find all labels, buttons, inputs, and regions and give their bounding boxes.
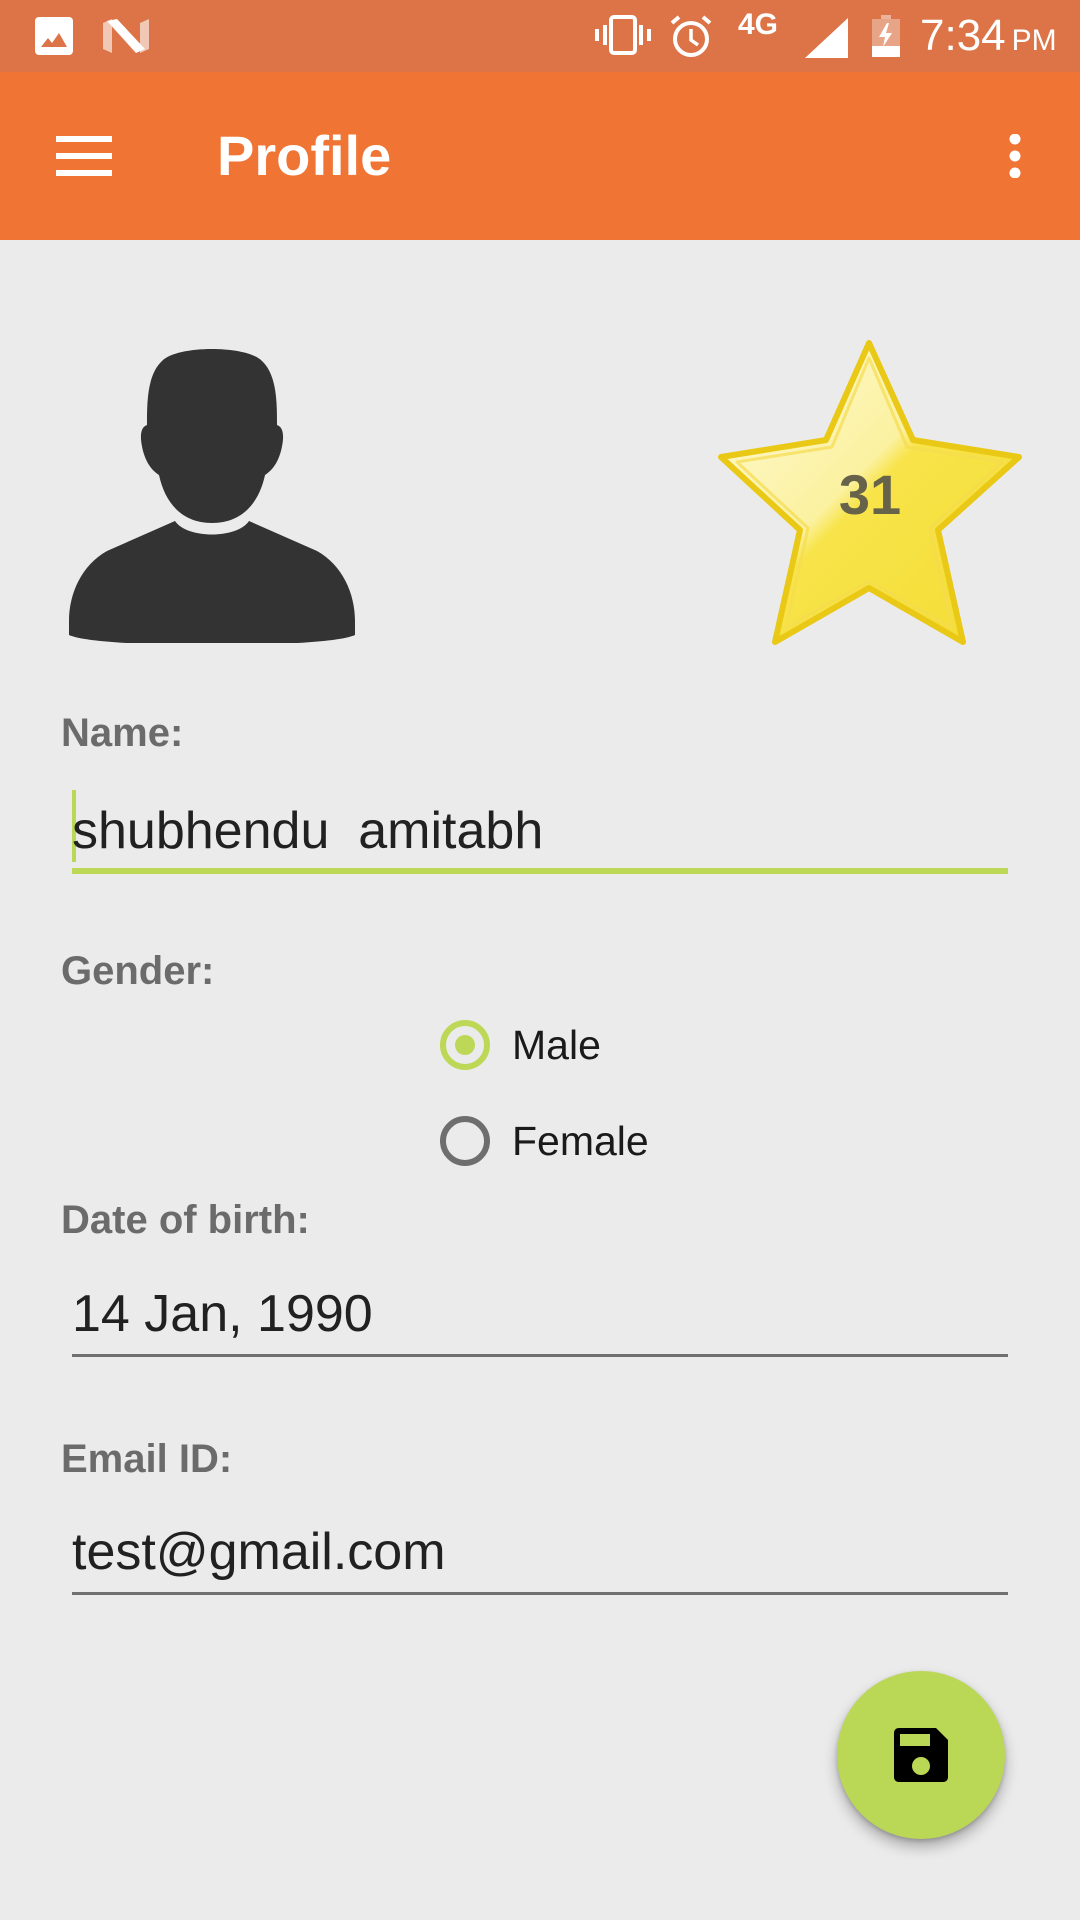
name-input[interactable]: shubhendu amitabh — [72, 790, 1008, 876]
gender-radio-female[interactable]: Female — [440, 1106, 649, 1176]
radio-unselected-icon — [440, 1116, 490, 1166]
points-value: 31 — [838, 463, 902, 526]
gender-option-label: Male — [512, 1021, 601, 1068]
alarm-icon — [670, 15, 712, 57]
dob-value: 14 Jan, 1990 — [72, 1285, 373, 1343]
navigation-menu-button[interactable] — [40, 118, 128, 194]
save-icon — [894, 1728, 948, 1782]
page-title: Profile — [217, 124, 392, 187]
android-n-icon — [103, 19, 149, 53]
gender-radio-male[interactable]: Male — [440, 1010, 601, 1080]
points-badge: 31 — [718, 340, 1022, 646]
email-input[interactable]: test@gmail.com — [72, 1521, 1008, 1599]
dob-label: Date of birth: — [61, 1198, 310, 1242]
overflow-menu-button[interactable] — [990, 118, 1040, 194]
name-underline-focused — [72, 868, 1008, 874]
hamburger-menu-icon — [56, 136, 112, 176]
email-underline — [72, 1592, 1008, 1595]
more-vertical-icon — [1009, 134, 1021, 178]
vibrate-icon — [595, 15, 651, 55]
clock-ampm: PM — [1011, 24, 1057, 57]
save-button[interactable] — [837, 1671, 1005, 1839]
name-value: shubhendu amitabh — [72, 802, 544, 860]
clock-time: 7:34 — [920, 11, 1006, 60]
battery-charging-icon — [872, 15, 900, 57]
gender-option-label: Female — [512, 1117, 649, 1164]
app-bar — [0, 72, 1080, 240]
gender-label: Gender: — [61, 949, 215, 993]
radio-selected-icon — [440, 1020, 490, 1070]
network-type: 4G — [738, 8, 779, 41]
name-label: Name: — [61, 711, 184, 755]
clock: 7:34 PM — [920, 10, 1057, 67]
image-icon — [35, 17, 73, 55]
email-value: test@gmail.com — [72, 1523, 446, 1581]
email-label: Email ID: — [61, 1437, 233, 1481]
person-silhouette-icon — [69, 349, 355, 643]
dob-input[interactable]: 14 Jan, 1990 — [72, 1283, 1008, 1361]
avatar[interactable] — [67, 343, 357, 643]
dob-underline — [72, 1354, 1008, 1357]
status-bar: 4G 7:34 PM — [0, 0, 1080, 72]
signal-icon — [805, 18, 848, 58]
